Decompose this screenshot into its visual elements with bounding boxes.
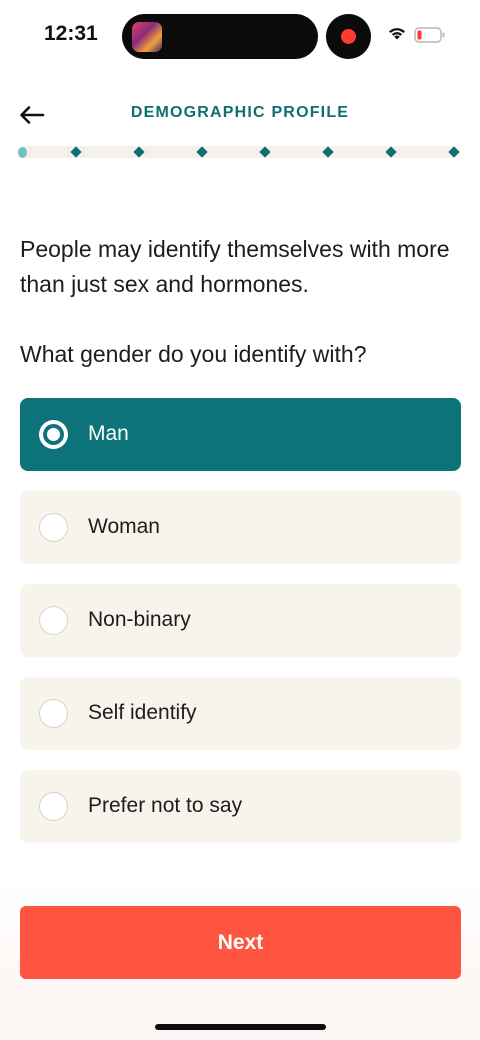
screen-record-icon bbox=[341, 29, 356, 44]
wifi-icon bbox=[389, 28, 405, 40]
radio-selected-icon[interactable] bbox=[39, 420, 68, 449]
option-label: Non-binary bbox=[88, 608, 191, 631]
page-title: DEMOGRAPHIC PROFILE bbox=[130, 104, 350, 121]
screen-record-indicator[interactable] bbox=[326, 14, 371, 59]
radio-empty-icon[interactable] bbox=[39, 513, 68, 542]
option-woman[interactable]: Woman bbox=[20, 491, 461, 564]
progress-current-marker bbox=[18, 147, 27, 158]
question-prompt: What gender do you identify with? bbox=[20, 341, 367, 367]
option-label: Self identify bbox=[88, 701, 197, 724]
radio-empty-icon[interactable] bbox=[39, 606, 68, 635]
next-button[interactable]: Next bbox=[20, 906, 461, 979]
option-man[interactable]: Man bbox=[20, 398, 461, 471]
dynamic-island bbox=[122, 14, 318, 59]
status-bar: 12:31 bbox=[0, 0, 480, 72]
option-label: Man bbox=[88, 422, 129, 445]
option-label: Woman bbox=[88, 515, 160, 538]
option-prefer-not-to-say[interactable]: Prefer not to say bbox=[20, 770, 461, 843]
question-intro: People may identify themselves with more… bbox=[20, 236, 450, 297]
status-time: 12:31 bbox=[44, 22, 98, 45]
option-self-identify[interactable]: Self identify bbox=[20, 677, 461, 750]
app-thumbnail-icon bbox=[132, 22, 162, 52]
option-label: Prefer not to say bbox=[88, 794, 243, 817]
radio-empty-icon[interactable] bbox=[39, 699, 68, 728]
home-indicator[interactable] bbox=[155, 1024, 326, 1030]
screen: 12:31 DEMOGRAPHIC PROFILE People may ide… bbox=[0, 0, 480, 1040]
option-non-binary[interactable]: Non-binary bbox=[20, 584, 461, 657]
radio-empty-icon[interactable] bbox=[39, 792, 68, 821]
battery-low-icon bbox=[414, 27, 445, 43]
